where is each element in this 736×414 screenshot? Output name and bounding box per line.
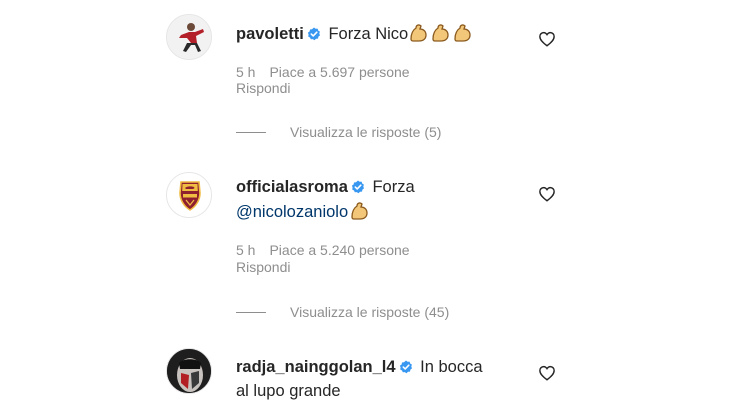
as-roma-crest-icon: [167, 173, 211, 217]
comment-text: In bocca: [420, 358, 483, 376]
avatar-officialasroma[interactable]: [166, 172, 212, 218]
mention-link[interactable]: @nicolozaniolo: [236, 203, 348, 221]
verified-badge-icon: [307, 25, 321, 47]
reply-button[interactable]: Rispondi: [236, 259, 290, 275]
verified-badge-icon: [399, 358, 413, 380]
verified-badge-icon: [351, 178, 365, 200]
avatar-pavoletti[interactable]: [166, 14, 212, 60]
comment-text-line2: al lupo grande: [236, 382, 341, 400]
username[interactable]: pavoletti: [236, 25, 304, 43]
divider-line: [236, 131, 266, 133]
view-replies-button[interactable]: Visualizza le risposte (45): [236, 304, 449, 320]
like-heart-icon[interactable]: [538, 30, 556, 48]
avatar-image: [167, 15, 211, 59]
comment-meta: 5 h Piace a 5.240 persone: [236, 240, 410, 260]
avatar-image: [167, 349, 211, 393]
comment-meta: 5 h Piace a 5.697 persone: [236, 62, 410, 82]
flexed-biceps-emoji: [349, 200, 371, 226]
like-heart-icon[interactable]: [538, 185, 556, 203]
like-heart-icon[interactable]: [538, 364, 556, 382]
comment-text-block: radja_nainggolan_l4 In bocca al lupo gra…: [236, 356, 526, 402]
view-replies-label: Visualizza le risposte (5): [290, 124, 442, 140]
username[interactable]: officialasroma: [236, 178, 348, 196]
comment-text: Forza: [372, 178, 415, 196]
timestamp: 5 h: [236, 64, 256, 80]
comment-text-block: officialasroma Forza @nicolozaniolo: [236, 176, 526, 226]
reply-button[interactable]: Rispondi: [236, 80, 290, 96]
view-replies-button[interactable]: Visualizza le risposte (5): [236, 124, 441, 140]
avatar-radja-nainggolan[interactable]: [166, 348, 212, 394]
comment-text: Forza Nico: [328, 25, 409, 43]
timestamp: 5 h: [236, 242, 256, 258]
likes-count[interactable]: Piace a 5.697 persone: [269, 62, 409, 82]
flexed-biceps-emoji: [409, 22, 475, 48]
username[interactable]: radja_nainggolan_l4: [236, 358, 396, 376]
divider-line: [236, 311, 266, 313]
comment-text-block: pavoletti Forza Nico: [236, 22, 526, 48]
view-replies-label: Visualizza le risposte (45): [290, 304, 450, 320]
likes-count[interactable]: Piace a 5.240 persone: [269, 240, 409, 260]
